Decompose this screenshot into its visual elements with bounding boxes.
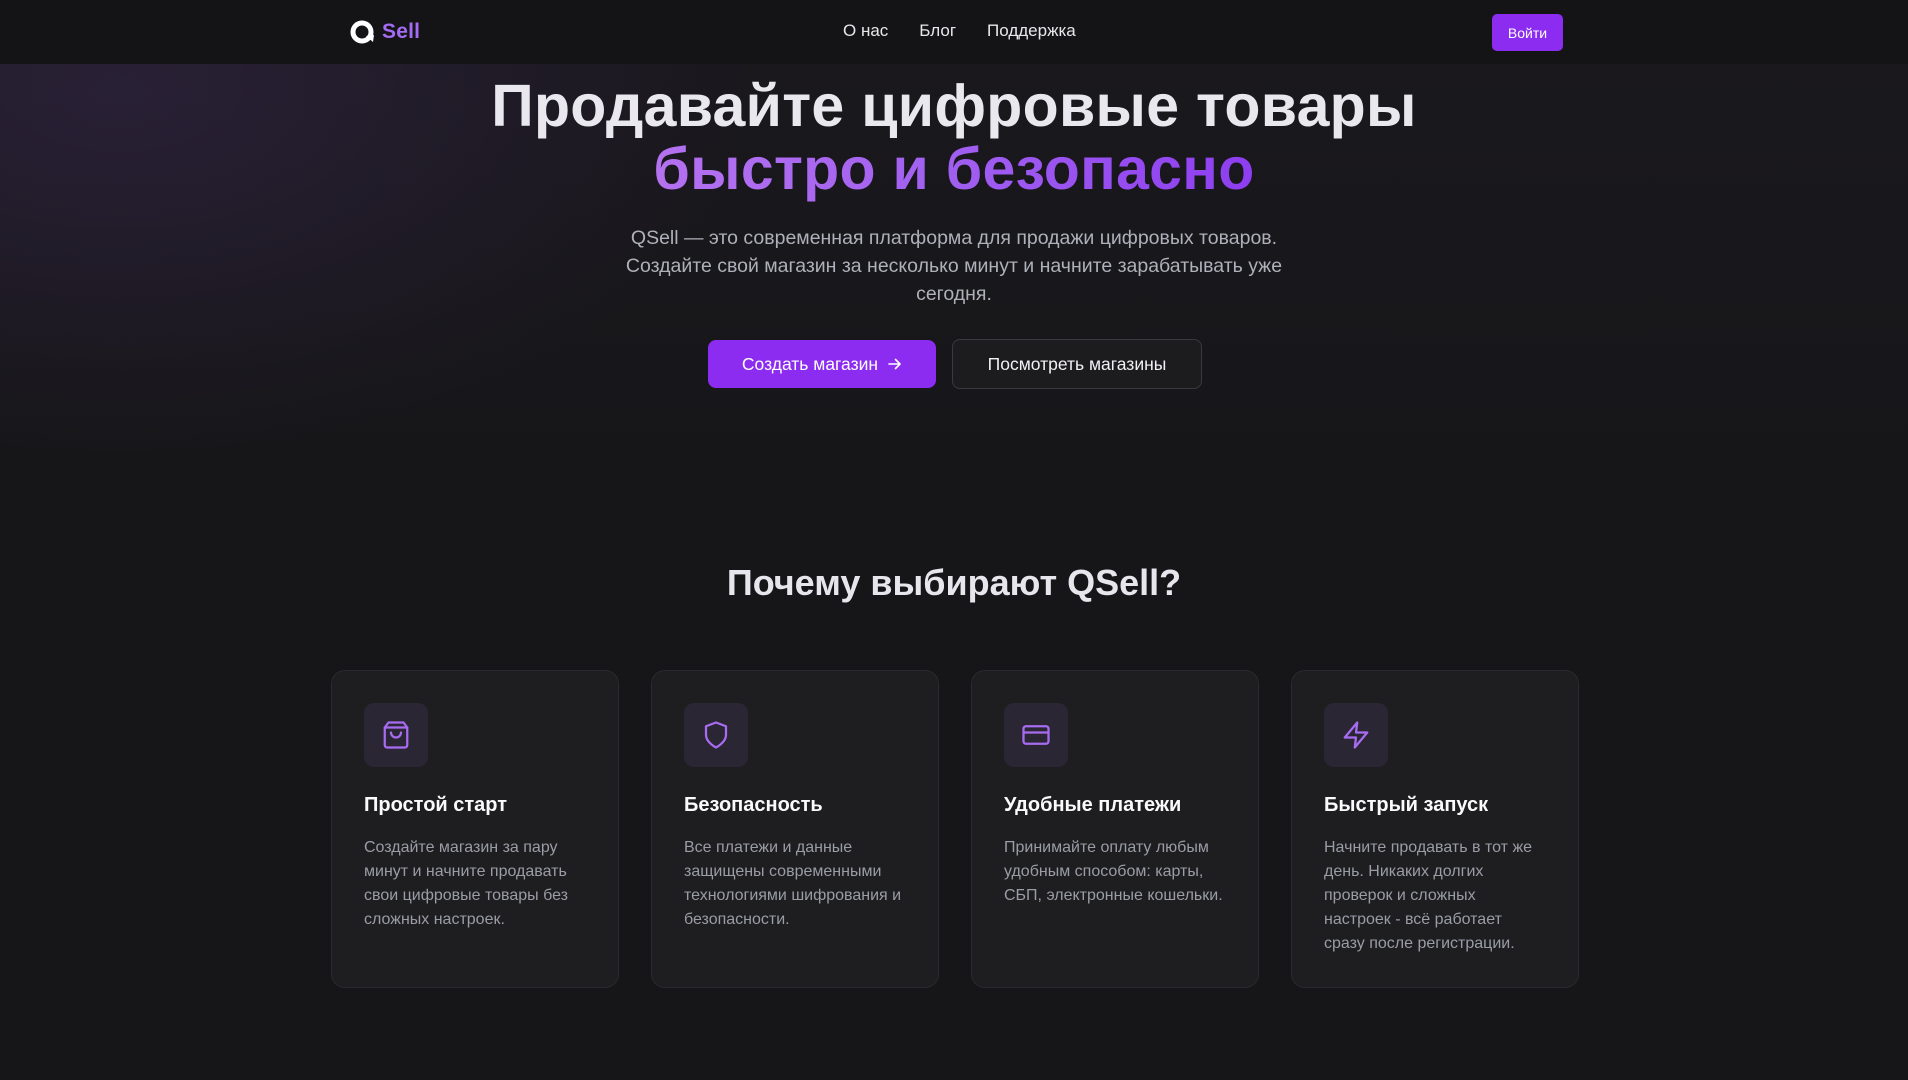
nav-link-support[interactable]: Поддержка <box>987 21 1076 41</box>
feature-card-title: Безопасность <box>684 794 823 816</box>
navbar: Sell О нас Блог Поддержка Войти <box>0 0 1908 64</box>
feature-card-security: Безопасность Все платежи и данные защище… <box>651 670 939 988</box>
login-button[interactable]: Войти <box>1492 14 1563 51</box>
credit-card-icon <box>1004 703 1068 767</box>
feature-card-text: Все платежи и данные защищены современны… <box>684 839 902 928</box>
lightning-icon <box>1324 703 1388 767</box>
feature-card-payments: Удобные платежи Принимайте оплату любым … <box>971 670 1259 988</box>
logo-q-icon <box>350 20 374 44</box>
hero-title: Продавайте цифровые товары <box>491 73 1417 139</box>
feature-card-text: Начните продавать в тот же день. Никаких… <box>1324 839 1533 952</box>
nav-link-about[interactable]: О нас <box>843 21 888 41</box>
feature-card-text: Создайте магазин за пару минут и начните… <box>364 839 568 928</box>
create-store-button[interactable]: Создать магазин <box>708 340 936 388</box>
nav-links: О нас Блог Поддержка <box>843 21 1076 41</box>
features-title: Почему выбирают QSell? <box>726 562 1182 603</box>
feature-card-easy-start: Простой старт Создайте магазин за пару м… <box>331 670 619 988</box>
create-store-label: Создать магазин <box>741 353 879 374</box>
hero-title-accent-text: быстро и безопасно <box>653 136 1255 202</box>
shield-icon <box>684 703 748 767</box>
view-stores-button[interactable]: Посмотреть магазины <box>952 339 1202 389</box>
shopping-bag-icon <box>364 703 428 767</box>
landing-page: Sell О нас Блог Поддержка Войти Продавай… <box>0 0 1908 1080</box>
feature-card-title: Быстрый запуск <box>1324 794 1489 816</box>
hero-title-accent: быстро и безопасно <box>0 137 1908 201</box>
hero-description: QSell — это современная платформа для пр… <box>625 227 1283 305</box>
nav-link-blog[interactable]: Блог <box>919 21 956 41</box>
hero-actions: Создать магазин Посмотреть магазины <box>708 339 1202 389</box>
feature-card-text: Принимайте оплату любым удобным способом… <box>1004 839 1223 904</box>
arrow-right-icon <box>888 358 901 370</box>
logo-text: Sell <box>382 20 421 43</box>
feature-cards: Простой старт Создайте магазин за пару м… <box>331 670 1579 988</box>
feature-card-title: Удобные платежи <box>1004 794 1182 816</box>
feature-card-title: Простой старт <box>364 794 508 816</box>
logo[interactable]: Sell <box>350 19 420 45</box>
feature-card-fast-launch: Быстрый запуск Начните продавать в тот ж… <box>1291 670 1579 988</box>
